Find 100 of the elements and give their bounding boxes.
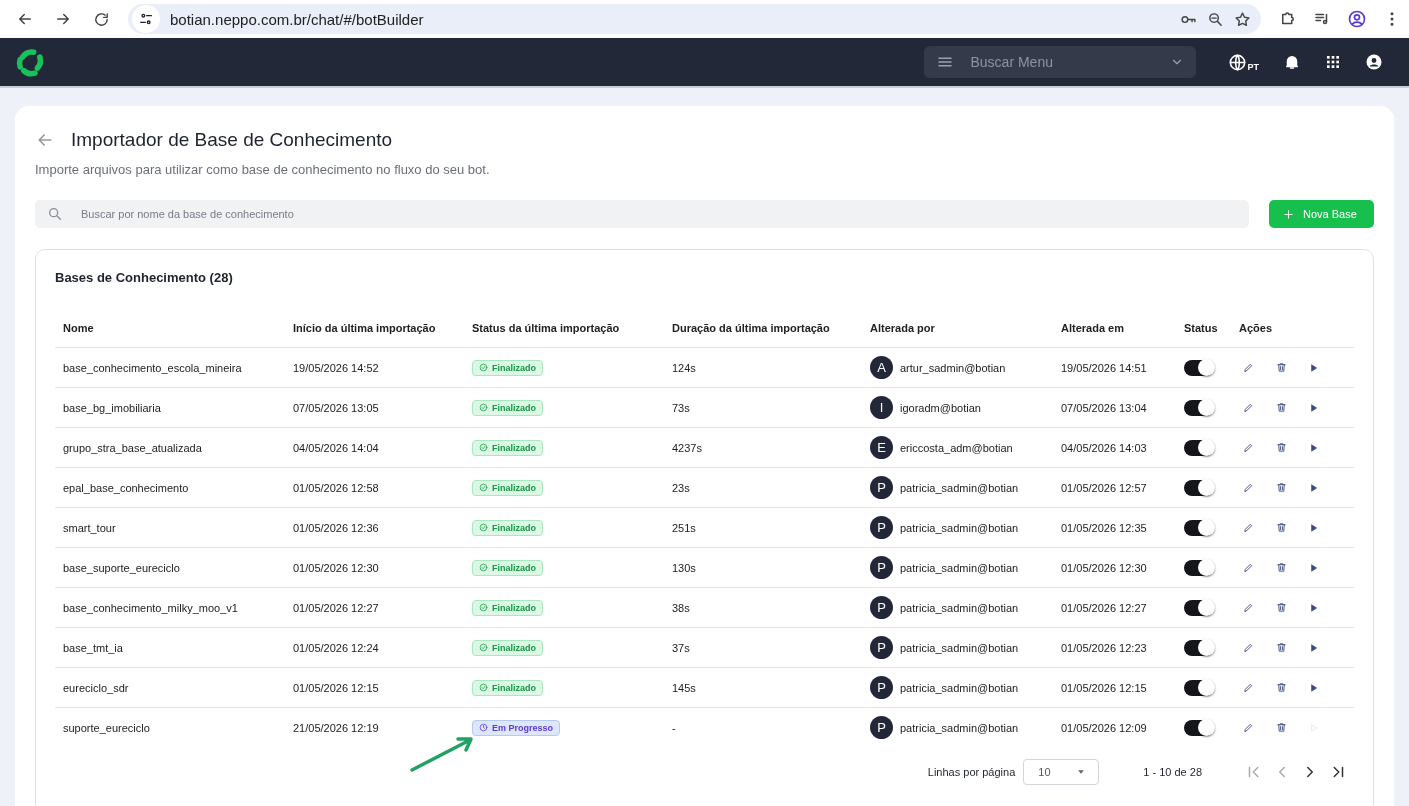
status-toggle[interactable]	[1184, 519, 1214, 536]
zoom-out-icon[interactable]	[1207, 10, 1224, 28]
user-icon	[1365, 53, 1383, 71]
status-toggle[interactable]	[1184, 559, 1214, 576]
check-circle-icon	[479, 603, 488, 612]
table-cell: 01/05/2026 12:57	[1053, 467, 1176, 508]
bell-icon	[1283, 53, 1301, 71]
table-cell: 37s	[664, 627, 862, 668]
pencil-icon	[1243, 562, 1254, 573]
table-cell: 01/05/2026 12:24	[285, 627, 464, 668]
page-size-select[interactable]: 10	[1023, 759, 1100, 785]
play-icon	[1309, 602, 1319, 613]
table-cell: 04/05/2026 14:04	[285, 427, 464, 468]
pencil-icon	[1243, 642, 1254, 653]
account-button[interactable]	[1365, 53, 1383, 71]
table-cell: -	[664, 707, 862, 747]
table-cell: 21/05/2026 12:19	[285, 707, 464, 747]
status-badge: Finalizado	[472, 559, 543, 576]
column-header: Duração da última importação	[664, 309, 862, 348]
table-cell: 130s	[664, 547, 862, 588]
table-cell: eureciclo_sdr	[55, 667, 285, 708]
table-cell: smart_tour	[55, 507, 285, 548]
table-cell: 01/05/2026 12:15	[1053, 667, 1176, 708]
page-range: 1 - 10 de 28	[1143, 766, 1202, 778]
table-cell: 124s	[664, 347, 862, 388]
status-toggle[interactable]	[1184, 479, 1214, 496]
status-toggle[interactable]	[1184, 599, 1214, 616]
avatar: P	[870, 716, 893, 739]
plus-icon	[1283, 208, 1294, 220]
table-cell: 01/05/2026 12:15	[285, 667, 464, 708]
check-circle-icon	[479, 643, 488, 652]
table-cell: 01/05/2026 12:09	[1053, 707, 1176, 747]
search-field[interactable]: Buscar por nome da base de conhecimento	[79, 207, 1237, 221]
user-name: patricia_sadmin@botian	[900, 521, 1019, 534]
user-name: patricia_sadmin@botian	[900, 601, 1019, 614]
column-header: Alterada em	[1053, 309, 1176, 348]
status-toggle[interactable]	[1184, 359, 1214, 376]
logo-icon	[14, 46, 46, 78]
menu-search-field[interactable]: Buscar Menu	[968, 53, 1157, 71]
table-cell: 23s	[664, 467, 862, 508]
globe-icon	[1228, 52, 1248, 72]
pencil-icon	[1243, 402, 1254, 413]
status-toggle[interactable]	[1184, 439, 1214, 456]
status-toggle[interactable]	[1184, 719, 1214, 736]
table-cell: 38s	[664, 587, 862, 628]
star-icon[interactable]	[1234, 10, 1251, 28]
pencil-icon	[1243, 682, 1254, 693]
table-cell: 07/05/2026 13:05	[285, 387, 464, 428]
trash-icon	[1276, 362, 1287, 373]
trash-icon	[1276, 442, 1287, 453]
trash-icon	[1276, 722, 1287, 733]
table-cell: 145s	[664, 667, 862, 708]
pencil-icon	[1243, 442, 1254, 453]
language-selector[interactable]: PT	[1228, 52, 1259, 72]
table-cell: 01/05/2026 12:58	[285, 467, 464, 508]
table-cell: 251s	[664, 507, 862, 548]
table-cell: grupo_stra_base_atualizada	[55, 427, 285, 468]
user-name: patricia_sadmin@botian	[900, 641, 1019, 654]
avatar: P	[870, 556, 893, 579]
play-icon	[1309, 402, 1319, 413]
user-name: igoradm@botian	[900, 401, 981, 414]
page-title: Importador de Base de Conhecimento	[71, 129, 393, 151]
clock-icon	[479, 723, 488, 732]
status-badge: Finalizado	[472, 359, 543, 376]
trash-icon	[1276, 642, 1287, 653]
table-cell: 01/05/2026 12:27	[1053, 587, 1176, 628]
search-box[interactable]: Buscar por nome da base de conhecimento	[35, 200, 1249, 228]
menu-search-box[interactable]: Buscar Menu	[924, 46, 1197, 78]
notifications-button[interactable]	[1283, 53, 1301, 71]
table-cell: base_tmt_ia	[55, 627, 285, 668]
table-cell: 01/05/2026 12:30	[1053, 547, 1176, 588]
play-icon	[1309, 442, 1319, 453]
avatar: A	[870, 356, 893, 379]
pencil-icon	[1243, 522, 1254, 533]
table-cell: 04/05/2026 14:03	[1053, 427, 1176, 468]
trash-icon	[1276, 682, 1287, 693]
status-badge: Finalizado	[472, 439, 543, 456]
apps-button[interactable]	[1325, 54, 1341, 70]
table-cell: 01/05/2026 12:36	[285, 507, 464, 548]
profile-icon[interactable]	[1347, 9, 1367, 29]
avatar: I	[870, 396, 893, 419]
status-toggle[interactable]	[1184, 639, 1214, 656]
address-bar[interactable]: botian.neppo.com.br/chat/#/botBuilder	[128, 4, 1261, 34]
play-icon	[1309, 562, 1319, 573]
status-toggle[interactable]	[1184, 679, 1214, 696]
pencil-icon	[1243, 602, 1254, 613]
site-settings-icon	[138, 11, 154, 27]
trash-icon	[1276, 482, 1287, 493]
user-name: artur_sadmin@botian	[900, 361, 1006, 374]
status-toggle[interactable]	[1184, 399, 1214, 416]
status-badge: Finalizado	[472, 519, 543, 536]
check-circle-icon	[479, 563, 488, 572]
column-header: Alterada por	[862, 309, 1053, 348]
check-circle-icon	[479, 483, 488, 492]
user-name: patricia_sadmin@botian	[900, 681, 1019, 694]
table-cell: 19/05/2026 14:52	[285, 347, 464, 388]
avatar: P	[870, 476, 893, 499]
check-circle-icon	[479, 523, 488, 532]
url-text: botian.neppo.com.br/chat/#/botBuilder	[170, 10, 424, 28]
check-circle-icon	[479, 443, 488, 452]
